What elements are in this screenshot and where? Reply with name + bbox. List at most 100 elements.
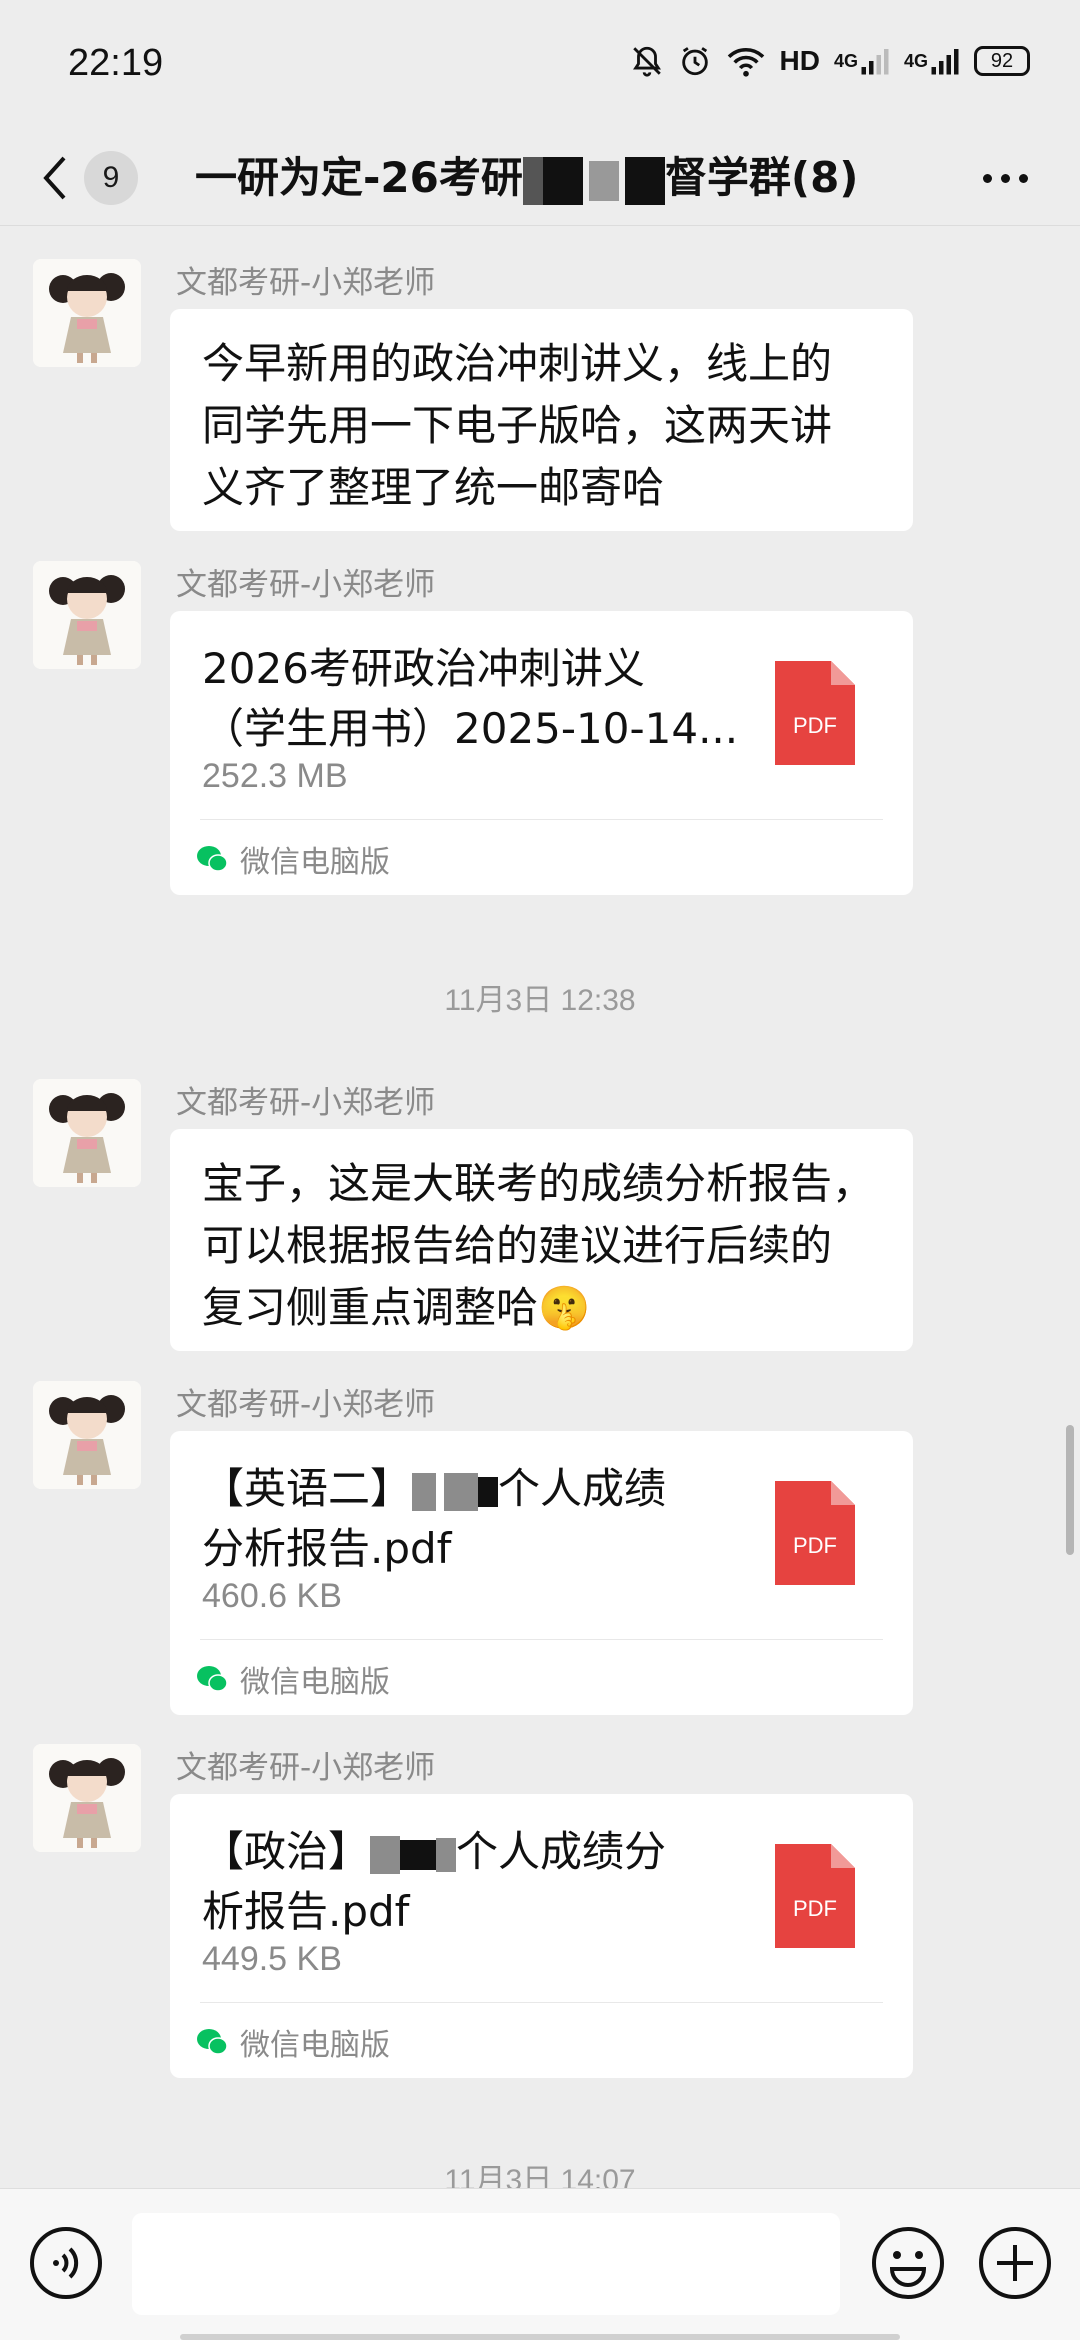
- back-button[interactable]: 9: [40, 146, 150, 210]
- redaction-mark: [370, 1835, 401, 1874]
- divider: [200, 1639, 883, 1640]
- pdf-label: PDF: [793, 1896, 837, 1921]
- sender-name: 文都考研-小郑老师: [176, 265, 436, 301]
- file-source-label: 微信电脑版: [240, 1665, 390, 1700]
- redaction-mark: [522, 156, 543, 205]
- file-name-part: 【政治】: [202, 1827, 371, 1876]
- file-name-part: 个人成绩分: [456, 1827, 667, 1876]
- file-source-label: 微信电脑版: [240, 2028, 390, 2063]
- message-line: 宝子，这是大联考的成绩分析报告，: [202, 1159, 875, 1208]
- voice-icon: [30, 2227, 102, 2299]
- file-name-line: （学生用书）2025-10-14...: [202, 704, 739, 753]
- network-hd-label: HD: [779, 45, 820, 76]
- mute-bell-icon: [630, 44, 664, 78]
- signal-icon: 4G: [834, 46, 890, 76]
- file-size: 449.5 KB: [202, 1940, 342, 1978]
- message-line: 今早新用的政治冲刺讲义，线上的: [202, 339, 833, 388]
- chat-header: 9 一研为定-26考研 督学群(8): [0, 130, 1080, 226]
- message-line: 同学先用一下电子版哈，这两天讲: [202, 401, 833, 450]
- file-name-line: 析报告.pdf: [202, 1887, 410, 1936]
- wechat-icon: [197, 2029, 228, 2055]
- avatar[interactable]: [33, 1744, 141, 1852]
- sender-name: 文都考研-小郑老师: [176, 1387, 436, 1423]
- unread-count-badge: 9: [84, 151, 138, 205]
- redaction-mark: [588, 160, 619, 201]
- file-source-label: 微信电脑版: [240, 845, 390, 880]
- message-line: 义齐了整理了统一邮寄哈: [202, 463, 665, 512]
- emoji-icon: [872, 2227, 944, 2299]
- chat-title-prefix: 一研为定-26考研: [195, 153, 523, 202]
- avatar[interactable]: [33, 259, 141, 367]
- more-functions-button[interactable]: [977, 2225, 1053, 2301]
- message-list[interactable]: 文都考研-小郑老师 今早新用的政治冲刺讲义，线上的 同学先用一下电子版哈，这两天…: [0, 227, 1080, 2197]
- pdf-file-icon: PDF: [775, 1844, 855, 1948]
- pdf-label: PDF: [793, 713, 837, 738]
- file-name-line: 【英语二】 个人成绩: [202, 1459, 722, 1519]
- pdf-file-icon: PDF: [775, 661, 855, 765]
- more-dots-icon: [1018, 173, 1028, 183]
- chat-title-suffix: 督学群(8): [664, 153, 859, 202]
- network-4g-label: 4G: [903, 50, 928, 71]
- message-text: 今早新用的政治冲刺讲义，线上的 同学先用一下电子版哈，这两天讲 义齐了整理了统一…: [170, 309, 913, 543]
- signal-icon: 4G: [904, 46, 960, 76]
- file-size: 460.6 KB: [202, 1577, 342, 1615]
- message-line: 可以根据报告给的建议进行后续的: [202, 1221, 833, 1270]
- file-name-line: 分析报告.pdf: [202, 1524, 452, 1573]
- pdf-label: PDF: [793, 1533, 837, 1558]
- file-source: 微信电脑版: [196, 1657, 390, 1701]
- redaction-mark: [624, 156, 665, 205]
- redaction-mark: [444, 1472, 479, 1511]
- redaction-mark: [478, 1476, 499, 1507]
- emoji-button[interactable]: [870, 2225, 946, 2301]
- file-source: 微信电脑版: [196, 2020, 390, 2064]
- input-bar: [0, 2188, 1080, 2340]
- file-message-card[interactable]: 【政治】 个人成绩分 析报告.pdf 449.5 KB PDF 微信电脑版: [170, 1794, 913, 2078]
- status-icons: HD 4G 4G 92: [630, 44, 1030, 78]
- voice-button[interactable]: [28, 2225, 104, 2301]
- chevron-left-icon: [43, 156, 66, 200]
- file-message-card[interactable]: 2026考研政治冲刺讲义 （学生用书）2025-10-14... 252.3 M…: [170, 611, 913, 895]
- shush-emoji: 🤫: [538, 1283, 591, 1332]
- status-bar: 22:19 HD 4G 4G 92: [0, 0, 1080, 130]
- file-message-card[interactable]: 【英语二】 个人成绩 分析报告.pdf 460.6 KB PDF 微信电脑版: [170, 1431, 913, 1715]
- divider: [200, 819, 883, 820]
- message-text: 宝子，这是大联考的成绩分析报告， 可以根据报告给的建议进行后续的 复习侧重点调整…: [170, 1129, 913, 1363]
- wechat-icon: [197, 846, 228, 872]
- message-input[interactable]: [132, 2213, 840, 2315]
- pdf-file-icon: PDF: [775, 1481, 855, 1585]
- sender-name: 文都考研-小郑老师: [176, 1750, 436, 1786]
- sender-name: 文都考研-小郑老师: [176, 1085, 436, 1121]
- more-options-button[interactable]: [970, 152, 1040, 204]
- file-size: 252.3 MB: [202, 757, 348, 795]
- alarm-icon: [678, 44, 712, 78]
- text-message-bubble[interactable]: 今早新用的政治冲刺讲义，线上的 同学先用一下电子版哈，这两天讲 义齐了整理了统一…: [170, 309, 913, 531]
- home-indicator[interactable]: [180, 2334, 900, 2340]
- redaction-mark: [412, 1472, 437, 1511]
- file-name: 2026考研政治冲刺讲义 （学生用书）2025-10-14...: [202, 639, 739, 759]
- redaction-mark: [400, 1839, 437, 1870]
- status-time: 22:19: [68, 42, 164, 84]
- plus-icon: [979, 2227, 1051, 2299]
- sender-name: 文都考研-小郑老师: [176, 567, 436, 603]
- avatar[interactable]: [33, 1381, 141, 1489]
- file-name: 【英语二】 个人成绩 分析报告.pdf: [202, 1459, 722, 1579]
- message-line-text: 复习侧重点调整哈: [202, 1283, 539, 1332]
- file-source: 微信电脑版: [196, 837, 390, 881]
- redaction-mark: [436, 1837, 457, 1872]
- avatar[interactable]: [33, 1079, 141, 1187]
- chat-title[interactable]: 一研为定-26考研 督学群(8): [195, 148, 905, 208]
- file-name: 【政治】 个人成绩分 析报告.pdf: [202, 1822, 722, 1942]
- avatar[interactable]: [33, 561, 141, 669]
- more-dots-icon: [982, 173, 992, 183]
- wechat-icon: [197, 1666, 228, 1692]
- scrollbar-thumb[interactable]: [1066, 1425, 1074, 1555]
- wifi-icon: [726, 44, 766, 78]
- message-timestamp: 11月3日 12:38: [444, 984, 636, 1017]
- file-name-line: 2026考研政治冲刺讲义: [202, 644, 645, 693]
- redaction-mark: [542, 156, 583, 205]
- network-4g-label: 4G: [833, 50, 858, 71]
- text-message-bubble[interactable]: 宝子，这是大联考的成绩分析报告， 可以根据报告给的建议进行后续的 复习侧重点调整…: [170, 1129, 913, 1351]
- divider: [200, 2002, 883, 2003]
- file-name-part: 【英语二】: [202, 1464, 413, 1513]
- file-name-part: 个人成绩: [498, 1464, 667, 1513]
